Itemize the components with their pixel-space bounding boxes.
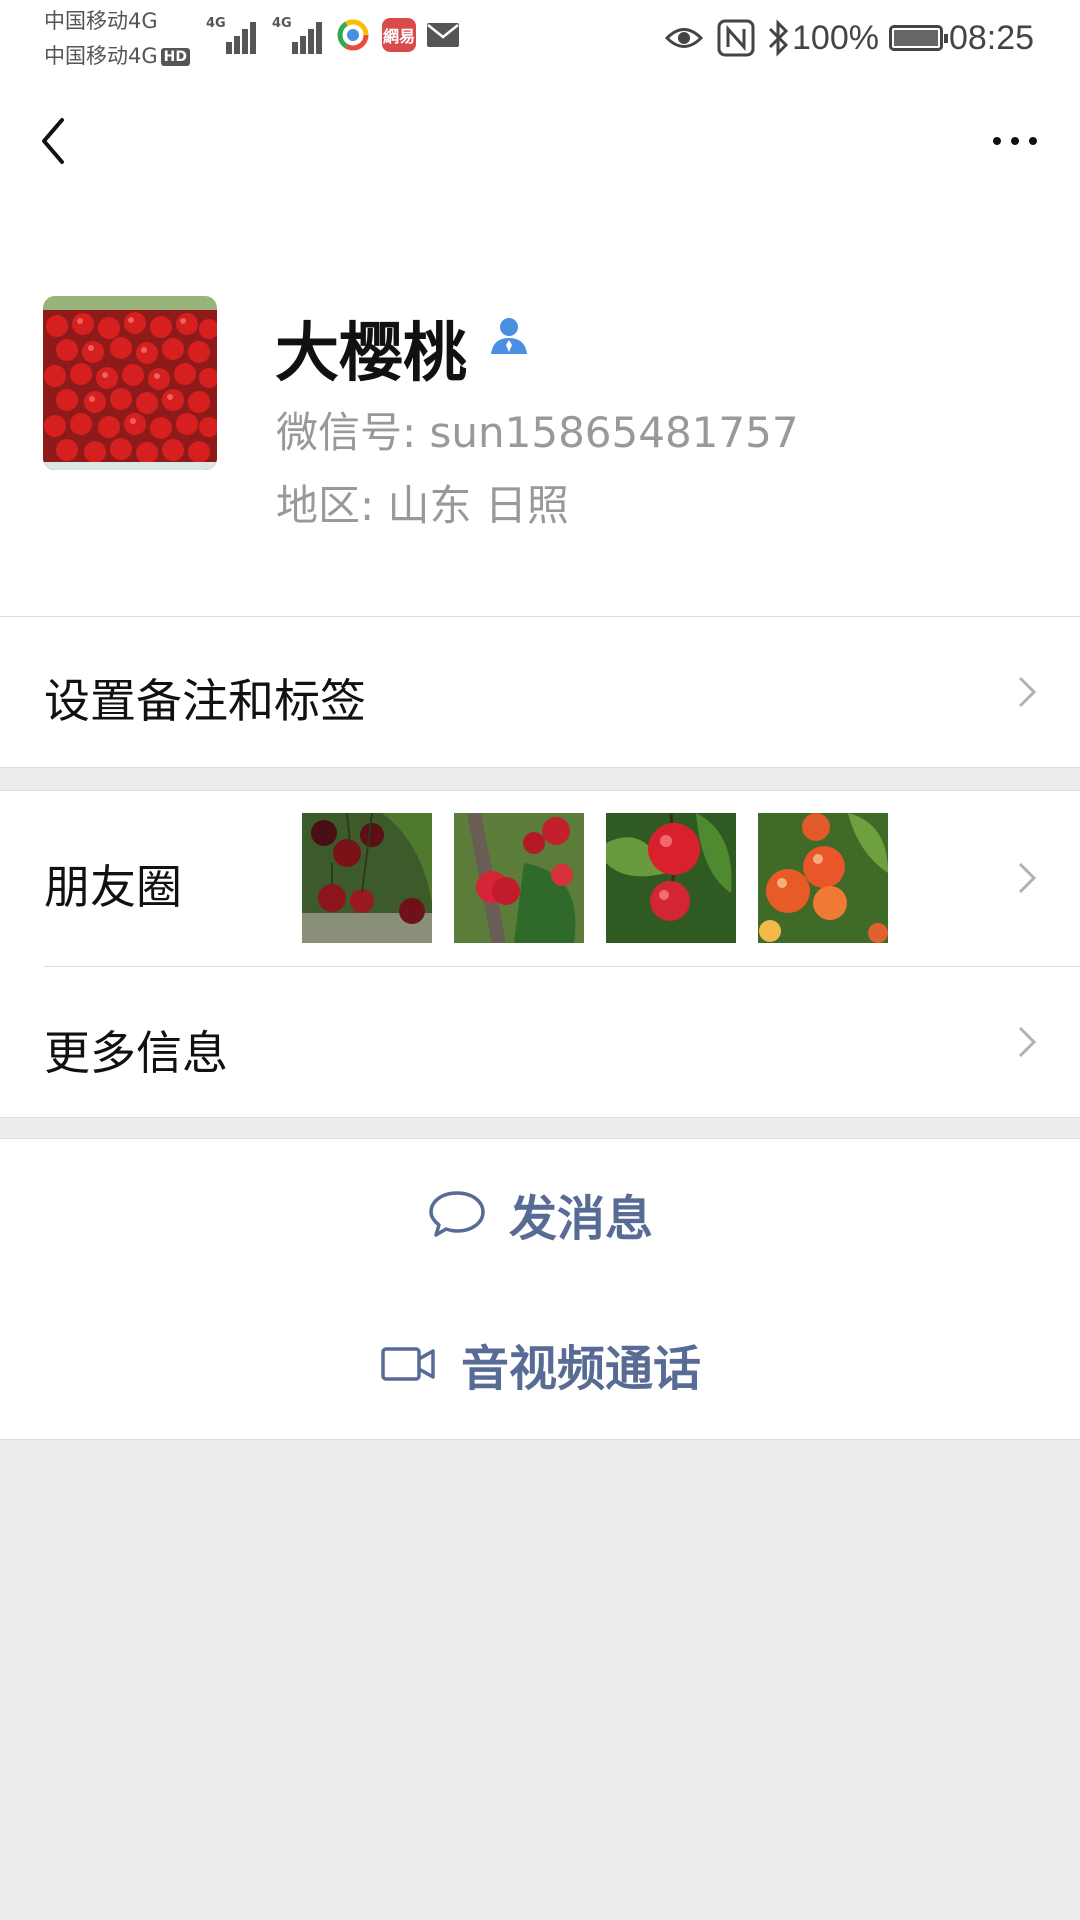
profile-card: 大樱桃 微信号: sun15865481757 地区: 山东 日照 [0, 204, 1080, 617]
carrier-label-1: 中国移动4G [44, 9, 158, 33]
region: 地区: 山东 日照 [276, 481, 569, 530]
moments-cell[interactable]: 朋友圈 [0, 791, 1080, 966]
signal-bar [308, 29, 314, 54]
hd-badge: HD [160, 48, 190, 66]
signal-tag-1: 4G [206, 16, 226, 31]
send-message-button[interactable]: 发消息 [0, 1138, 1080, 1290]
set-remark-and-tags-label: 设置备注和标签 [44, 674, 366, 728]
mail-icon [427, 23, 459, 47]
cherry-photo [758, 813, 888, 943]
contact-name: 大樱桃 [275, 317, 467, 391]
eye-icon [664, 28, 704, 48]
battery-fill [893, 30, 938, 46]
news-app-icon: 網易 [382, 18, 416, 52]
signal-strength-icon: 4G [206, 14, 260, 54]
set-remark-and-tags-cell[interactable]: 设置备注和标签 [0, 617, 1080, 768]
signal-bar [316, 22, 322, 54]
carrier-label-2: 中国移动4G HD [44, 40, 190, 70]
back-button[interactable] [30, 106, 90, 176]
status-bar: 中国移动4G 中国移动4G HD 4G 4G 網易 100% 08:25 [0, 0, 1080, 76]
avatar[interactable] [43, 296, 217, 470]
signal-bar [242, 29, 248, 54]
wechat-id: 微信号: sun15865481757 [276, 408, 799, 457]
more-dots-icon [1011, 137, 1019, 145]
status-right-group: 100% 08:25 [664, 14, 1034, 62]
battery-icon [888, 25, 948, 51]
moments-group: 朋友圈 更多信息 [0, 790, 1080, 1118]
more-dots-icon [993, 137, 1001, 145]
signal-bar [292, 42, 298, 54]
more-dots-icon [1029, 137, 1037, 145]
clock: 08:25 [948, 18, 1035, 57]
signal-bar [226, 42, 232, 54]
video-call-button[interactable]: 音视频通话 [0, 1289, 1080, 1440]
carrier-label-2-text: 中国移动4G [44, 44, 158, 68]
person-icon [491, 318, 527, 354]
moments-thumbnail [606, 813, 736, 943]
moments-thumbnails [302, 813, 888, 943]
nfc-icon [717, 19, 755, 57]
chat-bubble-icon [429, 1191, 485, 1237]
more-button[interactable] [980, 116, 1050, 166]
battery-percent: 100% [792, 18, 879, 57]
signal-bar [300, 36, 306, 54]
send-message-label: 发消息 [508, 1191, 653, 1247]
chevron-right-icon [1018, 1026, 1037, 1058]
bluetooth-icon [768, 19, 789, 57]
cherries-photo [43, 296, 217, 470]
cherry-photo [302, 813, 432, 943]
cherry-photo [606, 813, 736, 943]
video-camera-icon [381, 1347, 435, 1381]
chevron-left-icon [42, 118, 64, 164]
cherry-photo [454, 813, 584, 943]
chevron-right-icon [1018, 862, 1037, 894]
moments-thumbnail [302, 813, 432, 943]
signal-bar [250, 22, 256, 54]
moments-thumbnail [758, 813, 888, 943]
moments-thumbnail [454, 813, 584, 943]
browser-app-icon [337, 19, 369, 51]
top-nav [0, 76, 1080, 204]
signal-bar [234, 36, 240, 54]
chevron-right-icon [1018, 676, 1037, 708]
more-info-label: 更多信息 [44, 1026, 228, 1080]
video-call-label: 音视频通话 [460, 1341, 701, 1397]
more-info-cell[interactable]: 更多信息 [0, 967, 1080, 1117]
news-app-label: 網易 [382, 27, 415, 46]
signal-tag-2: 4G [272, 16, 292, 31]
moments-label: 朋友圈 [44, 860, 182, 914]
signal-strength-icon: 4G [272, 14, 326, 54]
